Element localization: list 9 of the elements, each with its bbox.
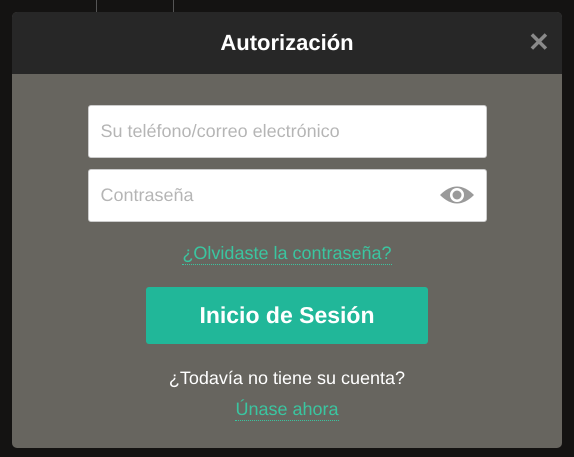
signup-prompt: ¿Todavía no tiene su cuenta? (168, 368, 406, 389)
password-field[interactable]: Contraseña (88, 169, 486, 222)
close-button[interactable]: ✕ (528, 28, 550, 56)
login-button[interactable]: Inicio de Sesión (146, 287, 428, 344)
forgot-password-link[interactable]: ¿Olvidaste la contraseña? (182, 243, 392, 265)
eye-icon[interactable] (438, 184, 474, 206)
dialog-title: Autorización (220, 30, 354, 56)
signup-link[interactable]: Únase ahora (235, 399, 339, 421)
input-field[interactable]: Su teléfono/correo electrónico (88, 105, 486, 158)
